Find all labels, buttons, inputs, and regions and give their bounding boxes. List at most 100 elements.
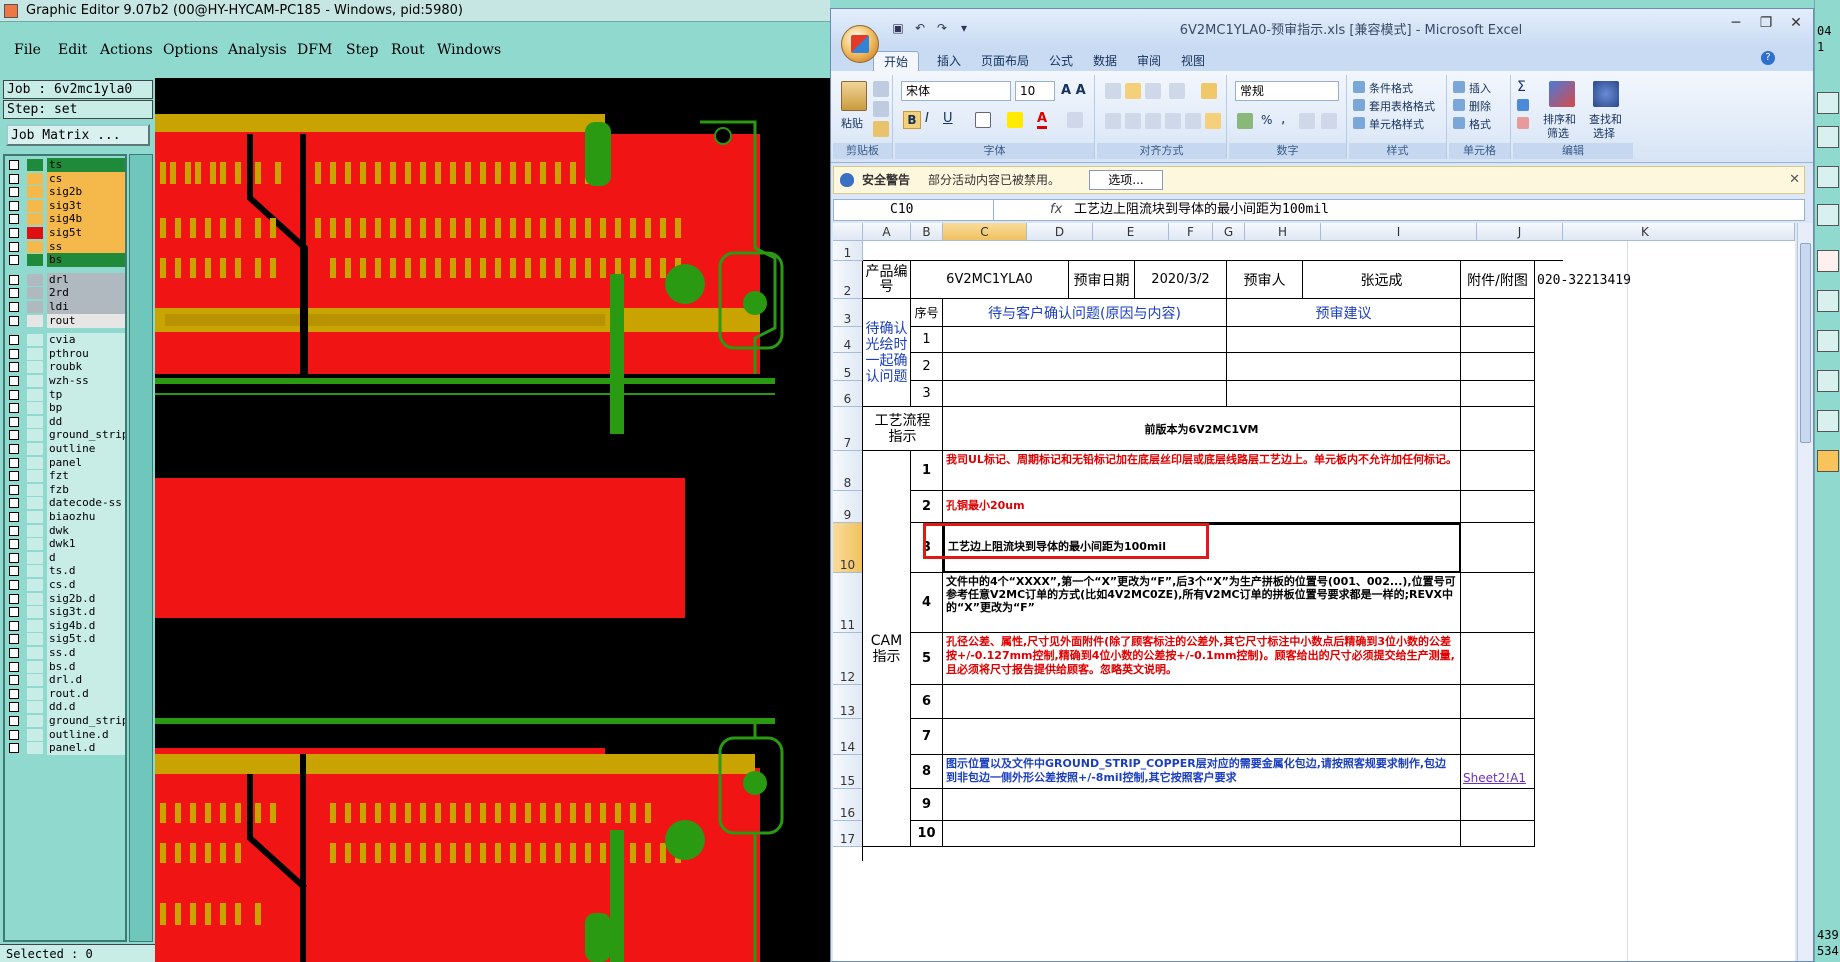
layer-color-swatch[interactable] [27, 402, 43, 415]
layer-row[interactable]: dwk1 [7, 537, 125, 552]
layer-row[interactable]: panel [7, 455, 125, 470]
column-header-a[interactable]: A [863, 223, 911, 241]
layer-row[interactable]: sig3t [7, 198, 125, 213]
row-header[interactable]: 11 [833, 573, 863, 633]
layer-color-swatch[interactable] [27, 159, 43, 171]
menu-actions[interactable]: Actions [100, 42, 153, 58]
layer-color-swatch[interactable] [27, 647, 43, 659]
paste-button[interactable]: 粘贴 [841, 115, 863, 131]
column-header-k[interactable]: K [1563, 223, 1795, 241]
layer-checkbox[interactable] [9, 457, 19, 468]
layer-checkbox[interactable] [9, 607, 19, 618]
graphic-editor-titlebar[interactable]: Graphic Editor 9.07b2 (00@HY-HYCAM-PC185… [0, 0, 830, 22]
column-header-h[interactable]: H [1245, 223, 1321, 241]
align-right-icon[interactable] [1145, 113, 1161, 129]
suggestion-header[interactable]: 预审建议 [1227, 299, 1461, 327]
layer-name[interactable]: sig3t [47, 198, 125, 213]
layer-row[interactable]: ts [7, 158, 125, 172]
layer-name[interactable]: bs.d [47, 659, 125, 674]
row-header[interactable]: 12 [833, 633, 863, 685]
layer-color-swatch[interactable] [27, 524, 43, 537]
column-header-j[interactable]: J [1477, 223, 1563, 241]
phonetic-icon[interactable] [1067, 112, 1083, 128]
layer-name[interactable]: dd.d [47, 700, 125, 715]
menu-dfm[interactable]: DFM [297, 42, 332, 58]
row-header[interactable]: 14 [833, 719, 863, 755]
font-color-icon[interactable]: A [1037, 111, 1048, 129]
tab-data[interactable]: 数据 [1083, 51, 1127, 71]
font-size-select[interactable]: 10 [1015, 81, 1055, 101]
layer-row[interactable]: outline [7, 442, 125, 456]
excel-titlebar[interactable]: ▣ ↶ ↷ ▾ 6V2MC1YLA0-预审指示.xls [兼容模式] - Micros… [831, 9, 1813, 47]
layer-name[interactable]: sig3t.d [47, 605, 125, 620]
layer-name[interactable]: ss [47, 239, 125, 254]
layer-color-swatch[interactable] [27, 497, 43, 510]
layer-color-swatch[interactable] [27, 715, 43, 727]
cam-num-2[interactable]: 2 [911, 491, 943, 523]
font-name-select[interactable]: 宋体 [901, 81, 1011, 101]
layer-checkbox[interactable] [9, 187, 19, 198]
attachment-cell[interactable] [1461, 407, 1535, 451]
layer-name[interactable]: ground_strip [47, 428, 125, 443]
align-bottom-icon[interactable] [1145, 83, 1161, 99]
layer-color-swatch[interactable] [27, 633, 43, 646]
layer-name[interactable]: outline [47, 442, 125, 456]
layer-row[interactable]: dd.d [7, 700, 125, 715]
layer-row[interactable]: dd [7, 414, 125, 429]
italic-button[interactable]: I [925, 111, 929, 126]
layer-checkbox[interactable] [9, 620, 19, 631]
layer-color-swatch[interactable] [27, 375, 43, 387]
layer-row[interactable]: drl.d [7, 673, 125, 688]
row-header[interactable]: 2 [833, 261, 863, 299]
pending-num-1[interactable]: 1 [911, 327, 943, 353]
layer-row[interactable]: d [7, 550, 125, 565]
layer-color-swatch[interactable] [27, 538, 43, 551]
layer-color-swatch[interactable] [27, 728, 43, 741]
review-date-label[interactable]: 预审日期 [1069, 261, 1135, 299]
layer-row[interactable]: ss.d [7, 646, 125, 660]
layer-row[interactable]: bs.d [7, 659, 125, 674]
phone-value[interactable]: 020-32213419 [1537, 273, 1631, 288]
row-header[interactable]: 16 [833, 789, 863, 821]
grow-font-icon[interactable]: A A [1061, 83, 1086, 98]
decrease-indent-icon[interactable] [1165, 113, 1181, 129]
row-header[interactable]: 10 [833, 523, 863, 573]
conditional-format-button[interactable]: 条件格式 [1369, 80, 1413, 96]
layer-name[interactable]: sig5t.d [47, 632, 125, 647]
percent-icon[interactable]: % [1261, 113, 1272, 127]
layer-row[interactable]: cvia [7, 333, 125, 348]
decrease-decimal-icon[interactable] [1321, 113, 1337, 129]
layer-color-swatch[interactable] [27, 334, 43, 347]
scrollbar-thumb[interactable] [1800, 243, 1811, 443]
minimize-icon[interactable]: ─ [1721, 15, 1751, 31]
vertical-scrollbar[interactable] [1797, 223, 1813, 961]
layer-checkbox[interactable] [9, 648, 19, 658]
cut-icon[interactable] [873, 81, 889, 97]
fill-color-icon[interactable] [1007, 112, 1023, 128]
layer-row[interactable]: drl [7, 272, 125, 287]
layer-row[interactable]: bp [7, 401, 125, 416]
layer-row[interactable]: sig5t [7, 226, 125, 240]
fill-icon[interactable] [1517, 99, 1529, 111]
attachment-cell[interactable] [1461, 299, 1535, 327]
customize-qat-icon[interactable]: ▾ [955, 20, 973, 36]
layer-name[interactable]: rout [47, 313, 125, 328]
layer-name[interactable]: fzt [47, 469, 125, 484]
layer-color-swatch[interactable] [27, 443, 43, 455]
pointer-tool-icon[interactable] [1817, 450, 1839, 472]
layer-name[interactable]: cvia [47, 333, 125, 348]
layer-name[interactable]: rout.d [47, 686, 125, 701]
layer-name[interactable]: ts [47, 158, 125, 172]
pending-num-3[interactable]: 3 [911, 381, 943, 407]
layer-row[interactable]: pthrou [7, 346, 125, 361]
layer-checkbox[interactable] [9, 173, 19, 184]
column-header-f[interactable]: F [1169, 223, 1213, 241]
layer-row[interactable]: sig4b [7, 212, 125, 227]
cam-num-6[interactable]: 6 [911, 685, 943, 719]
column-header-c[interactable]: C [943, 223, 1027, 241]
cam-item-10[interactable] [943, 821, 1461, 847]
reviewer-label[interactable]: 预审人 [1227, 261, 1303, 299]
column-header-g[interactable]: G [1213, 223, 1245, 241]
layer-name[interactable]: d [47, 550, 125, 565]
layer-color-swatch[interactable] [27, 287, 43, 300]
